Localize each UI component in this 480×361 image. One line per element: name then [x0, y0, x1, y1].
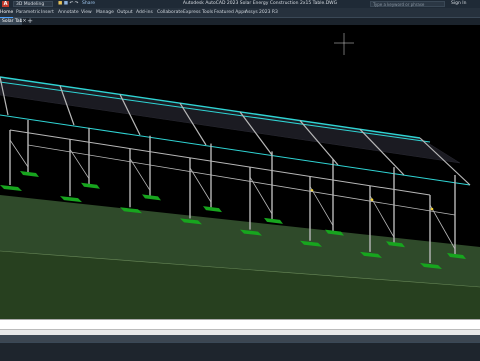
tab-parametric[interactable]: Parametric — [16, 8, 40, 17]
autocad-logo-icon[interactable]: A — [2, 1, 9, 7]
new-tab-icon[interactable]: + — [27, 18, 33, 25]
rear-footing — [264, 217, 283, 224]
undo-icon[interactable]: ↶ — [69, 1, 73, 6]
tab-collaborate[interactable]: Collaborate — [157, 8, 183, 17]
front-footing — [0, 185, 22, 191]
window-title: Autodesk AutoCAD 2023 Solar Energy Const… — [182, 1, 338, 6]
tab-featured-apps[interactable]: Featured Apps — [214, 8, 246, 17]
sign-in-link[interactable]: Sign In — [451, 0, 466, 8]
tab-add-ins[interactable]: Add-ins — [136, 8, 153, 17]
anchor-bolt-marker — [430, 207, 434, 211]
drawing-viewport[interactable] — [0, 25, 480, 319]
top-rail-2 — [0, 81, 431, 143]
mid-purlin — [27, 144, 456, 216]
diagonal-brace — [249, 176, 273, 215]
rear-footing — [20, 171, 39, 177]
document-tab-bar: Solar Table* × + — [0, 18, 480, 25]
search-input[interactable]: Type a keyword or phrase — [370, 1, 445, 7]
anchor-bolt-marker — [370, 198, 374, 202]
solar-panel-array — [0, 76, 461, 164]
tab-2023-r3[interactable]: 2023 R3 — [259, 8, 278, 17]
save-icon[interactable]: ■ — [64, 1, 68, 6]
diagonal-brace — [9, 139, 29, 168]
front-footing — [60, 196, 82, 203]
tab-assys[interactable]: Assys — [245, 8, 258, 17]
document-tab[interactable]: Solar Table* — [0, 18, 22, 25]
rafter-beam — [419, 137, 471, 186]
layout-tab-band — [0, 335, 480, 342]
rear-footing — [81, 182, 100, 189]
diagonal-brace — [309, 186, 334, 226]
tab-output[interactable]: Output — [117, 8, 133, 17]
rear-footing — [142, 194, 161, 201]
status-bar — [0, 342, 480, 361]
workspace-switcher[interactable]: 3D Modeling — [13, 1, 53, 7]
tab-express-tools[interactable]: Express Tools — [183, 8, 213, 17]
title-bar: A 3D Modeling ■ ■ ↶ ↷ Share Autodesk Aut… — [0, 0, 480, 8]
ribbon-tab-bar: Home Parametric Insert Annotate View Man… — [0, 8, 480, 18]
tab-home[interactable]: Home — [0, 8, 14, 18]
tab-annotate[interactable]: Annotate — [58, 8, 79, 17]
share-button[interactable]: Share — [82, 0, 95, 8]
solar-structure-3d-model[interactable] — [0, 25, 480, 319]
redo-icon[interactable]: ↷ — [75, 1, 79, 6]
quick-access-toolbar[interactable]: ■ ■ ↶ ↷ — [58, 1, 78, 7]
open-icon[interactable]: ■ — [58, 1, 62, 6]
rear-footing — [203, 206, 222, 213]
tab-view[interactable]: View — [81, 8, 92, 17]
command-line-input[interactable] — [0, 320, 480, 330]
top-rail — [0, 76, 421, 139]
tab-manage[interactable]: Manage — [96, 8, 114, 17]
tab-insert[interactable]: Insert — [41, 8, 54, 17]
